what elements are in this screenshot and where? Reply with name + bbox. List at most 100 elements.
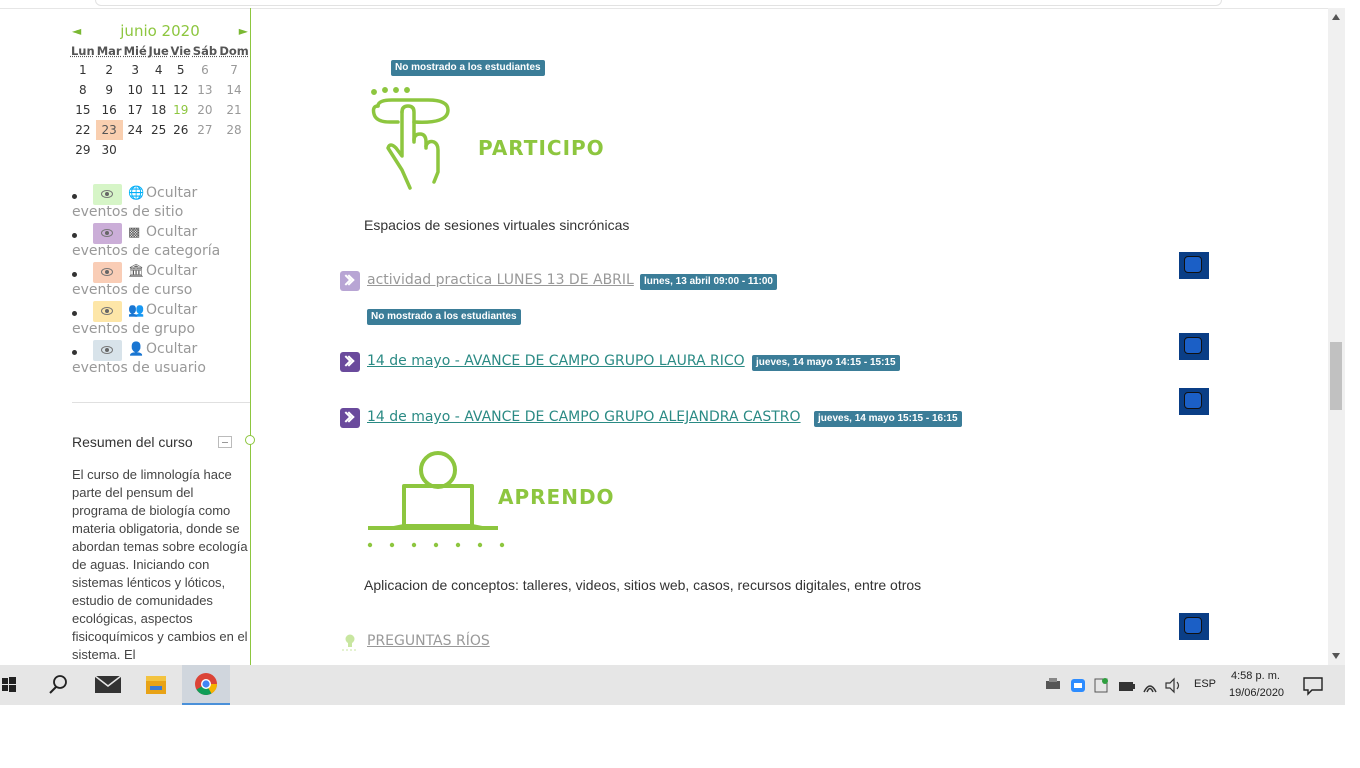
eye-icon[interactable] — [93, 223, 122, 244]
calendar-day: 9 — [105, 83, 113, 97]
eye-icon[interactable] — [93, 301, 122, 322]
filter-label[interactable]: Ocultar — [146, 224, 197, 240]
activity-link[interactable]: actividad practica LUNES 13 DE ABRIL — [367, 272, 634, 288]
hidden-from-students-badge: No mostrado a los estudiantes — [367, 309, 521, 325]
globe-icon: 🌐 — [128, 186, 145, 201]
weekday-header: Lun — [70, 44, 95, 58]
calendar-day-event[interactable]: 19 — [170, 100, 192, 120]
calendar-day: 22 — [75, 123, 91, 137]
eye-icon[interactable] — [93, 184, 122, 205]
calendar-header: ◄ junio 2020 ► — [70, 22, 250, 42]
search-button[interactable] — [34, 665, 82, 705]
scroll-up-arrow-icon[interactable] — [1332, 14, 1340, 20]
completion-checkbox[interactable] — [1179, 333, 1209, 360]
browser-address-edge — [95, 0, 1222, 6]
chrome-icon — [195, 673, 217, 695]
weekday-header: Dom — [219, 44, 249, 58]
calendar-month-title[interactable]: junio 2020 — [70, 22, 250, 40]
calendar-day: 6 — [201, 63, 209, 77]
calendar-day-today: 23 — [95, 120, 123, 140]
calendar-day: 14 — [226, 83, 242, 97]
participo-hand-icon — [371, 87, 450, 190]
calendar-day: 30 — [101, 143, 117, 157]
completion-checkbox[interactable] — [1179, 613, 1209, 640]
scroll-down-arrow-icon[interactable] — [1332, 653, 1340, 659]
sidebar: ◄ junio 2020 ► Lun Mar Mié Jue Vie Sáb D… — [0, 8, 251, 665]
filter-group-events[interactable]: 👥 Ocultar eventos de grupo — [72, 301, 242, 342]
user-icon: 👤 — [128, 342, 145, 357]
filter-user-events[interactable]: 👤 Ocultar eventos de usuario — [72, 340, 242, 381]
eye-icon[interactable] — [93, 262, 122, 283]
calendar-day: 4 — [154, 63, 163, 77]
date-badge: jueves, 14 mayo 15:15 - 16:15 — [814, 411, 962, 427]
filter-label[interactable]: Ocultar — [146, 263, 197, 279]
clock-date[interactable]: 19/06/2020 — [1229, 687, 1284, 699]
scroll-thumb[interactable] — [1330, 342, 1342, 410]
filter-label-secondary[interactable]: eventos de sitio — [72, 204, 183, 220]
aprendo-description: Aplicacion de conceptos: talleres, video… — [364, 577, 922, 593]
folder-icon — [146, 676, 166, 694]
calendar-next-button[interactable]: ► — [239, 24, 248, 38]
aprendo-laptop-icon — [367, 451, 505, 548]
filter-course-events[interactable]: 🏛 Ocultar eventos de curso — [72, 262, 242, 303]
clock-time[interactable]: 4:58 p. m. — [1231, 670, 1280, 682]
collapse-block-button[interactable] — [218, 436, 232, 448]
system-tray-icons — [1046, 677, 1180, 694]
filter-label-secondary[interactable]: eventos de curso — [72, 282, 192, 298]
sidebar-dock-handle[interactable] — [245, 435, 255, 445]
language-indicator[interactable]: ESP — [1194, 678, 1216, 690]
filter-label[interactable]: Ocultar — [146, 302, 197, 318]
cubes-icon: ▩ — [128, 225, 141, 240]
hidden-from-students-badge: No mostrado a los estudiantes — [391, 60, 545, 76]
calendar-grid: Lun Mar Mié Jue Vie Sáb Dom 1 2 3 4 5 6 … — [70, 42, 250, 160]
mail-app-button[interactable] — [84, 665, 132, 705]
calendar-day — [192, 140, 218, 160]
calendar-day: 1 — [79, 63, 87, 77]
calendar-day: 12 — [173, 83, 189, 97]
bullet — [72, 350, 77, 355]
bullet — [72, 194, 77, 199]
filter-category-events[interactable]: ▩ Ocultar eventos de categoría — [72, 223, 242, 264]
calendar-day: 8 — [79, 83, 87, 97]
participo-description: Espacios de sesiones virtuales sincrónic… — [364, 217, 630, 233]
calendar-day: 5 — [176, 63, 185, 77]
calendar-day: 11 — [151, 83, 167, 97]
filter-label[interactable]: Ocultar — [146, 185, 197, 201]
calendar-day: 17 — [127, 103, 143, 117]
mail-icon — [94, 675, 122, 693]
preguntas-link[interactable]: PREGUNTAS RÍOS — [367, 633, 490, 649]
calendar-day — [170, 140, 192, 160]
eye-icon[interactable] — [93, 340, 122, 361]
filter-site-events[interactable]: 🌐 Ocultar eventos de sitio — [72, 184, 242, 225]
filter-label[interactable]: Ocultar — [146, 341, 197, 357]
search-icon — [49, 675, 67, 694]
calendar-day: 20 — [197, 103, 213, 117]
filter-label-secondary[interactable]: eventos de usuario — [72, 360, 206, 376]
calendar-day: 28 — [226, 123, 242, 137]
calendar-day: 2 — [105, 63, 113, 77]
weekday-header: Sáb — [192, 44, 218, 58]
vertical-scrollbar[interactable] — [1328, 8, 1345, 665]
weekday-header: Mié — [123, 44, 147, 58]
filter-label-secondary[interactable]: eventos de categoría — [72, 243, 220, 259]
calendar-day: 26 — [173, 123, 189, 137]
calendar-day: 24 — [127, 123, 143, 137]
taskbar: ESP 4:58 p. m. 19/06/2020 — [0, 665, 1345, 705]
file-explorer-button[interactable] — [132, 665, 180, 705]
lightbulb-icon — [342, 634, 358, 651]
calendar-day: 21 — [226, 103, 242, 117]
activity-link[interactable]: 14 de mayo - AVANCE DE CAMPO GRUPO ALEJA… — [367, 409, 801, 425]
calendar-day: 10 — [127, 83, 143, 97]
completion-checkbox[interactable] — [1179, 252, 1209, 279]
notifications-icon[interactable] — [1302, 676, 1324, 696]
chrome-button[interactable] — [182, 665, 230, 705]
filter-label-secondary[interactable]: eventos de grupo — [72, 321, 195, 337]
sidebar-divider — [72, 402, 250, 403]
weekday-header: Mar — [96, 44, 122, 58]
date-badge: lunes, 13 abril 09:00 - 11:00 — [640, 274, 777, 290]
completion-checkbox[interactable] — [1179, 388, 1209, 415]
calendar-day: 3 — [131, 63, 139, 77]
activity-link[interactable]: 14 de mayo - AVANCE DE CAMPO GRUPO LAURA… — [367, 353, 745, 369]
calendar-day: 27 — [197, 123, 213, 137]
calendar-day: 13 — [197, 83, 213, 97]
